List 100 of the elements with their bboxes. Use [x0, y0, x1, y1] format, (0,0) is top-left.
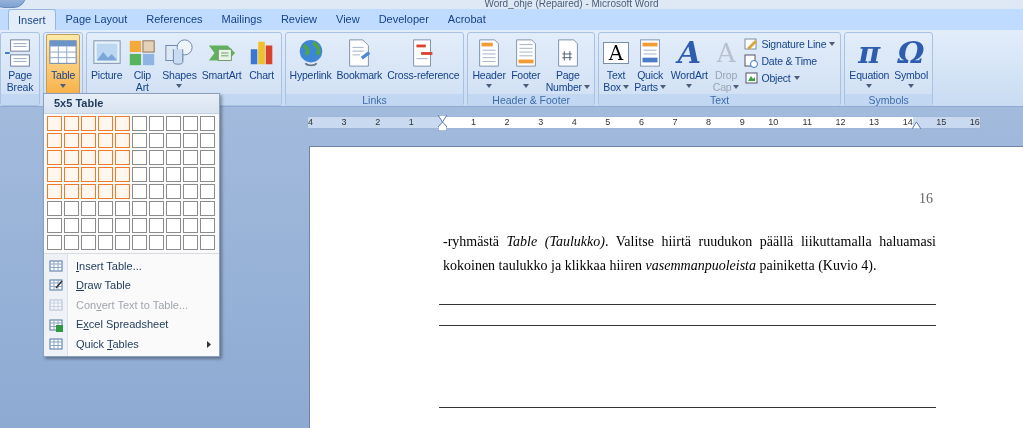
grid-cell[interactable] [149, 184, 164, 199]
grid-cell[interactable] [183, 218, 198, 233]
ribbon-tab[interactable]: View [327, 9, 369, 30]
menu-item[interactable]: Draw Table [68, 275, 219, 296]
grid-cell[interactable] [132, 235, 147, 250]
ribbon-button[interactable]: Shapes [160, 34, 199, 94]
grid-cell[interactable] [64, 201, 79, 216]
grid-cell[interactable] [183, 235, 198, 250]
grid-cell[interactable] [98, 201, 113, 216]
ribbon-small-button[interactable]: Date & Time [744, 54, 836, 68]
grid-cell[interactable] [149, 218, 164, 233]
ribbon-button[interactable]: Page Break [3, 34, 37, 94]
ribbon-tab[interactable]: Review [271, 9, 326, 30]
ribbon-tab[interactable]: Page Layout [56, 9, 137, 30]
ribbon-small-button[interactable]: Signature Line [744, 37, 836, 51]
ribbon-button[interactable]: Ω Symbol [892, 34, 930, 94]
grid-cell[interactable] [115, 116, 130, 131]
grid-cell[interactable] [47, 201, 62, 216]
grid-cell[interactable] [47, 133, 62, 148]
menu-item[interactable]: Excel Spreadsheet [68, 314, 219, 335]
grid-cell[interactable] [149, 167, 164, 182]
grid-cell[interactable] [98, 167, 113, 182]
grid-cell[interactable] [64, 150, 79, 165]
grid-cell[interactable] [47, 235, 62, 250]
grid-cell[interactable] [98, 116, 113, 131]
ribbon-button[interactable]: Hyperlink [287, 34, 334, 94]
grid-cell[interactable] [81, 218, 96, 233]
grid-cell[interactable] [64, 235, 79, 250]
grid-cell[interactable] [47, 184, 62, 199]
grid-cell[interactable] [149, 235, 164, 250]
grid-cell[interactable] [183, 150, 198, 165]
grid-cell[interactable] [200, 167, 215, 182]
grid-cell[interactable] [47, 116, 62, 131]
grid-cell[interactable] [183, 133, 198, 148]
grid-cell[interactable] [166, 184, 181, 199]
grid-cell[interactable] [183, 201, 198, 216]
grid-cell[interactable] [115, 184, 130, 199]
grid-cell[interactable] [183, 184, 198, 199]
grid-cell[interactable] [183, 167, 198, 182]
grid-cell[interactable] [98, 184, 113, 199]
ribbon-button[interactable]: Chart [244, 34, 279, 94]
grid-cell[interactable] [166, 150, 181, 165]
grid-cell[interactable] [183, 116, 198, 131]
ribbon-button[interactable]: Table [46, 34, 80, 94]
grid-cell[interactable] [200, 218, 215, 233]
grid-cell[interactable] [200, 184, 215, 199]
grid-cell[interactable] [64, 116, 79, 131]
grid-cell[interactable] [200, 116, 215, 131]
ribbon-button[interactable]: π Equation [847, 34, 892, 94]
grid-cell[interactable] [132, 116, 147, 131]
grid-cell[interactable] [132, 201, 147, 216]
grid-cell[interactable] [149, 150, 164, 165]
grid-cell[interactable] [81, 116, 96, 131]
ribbon-tab[interactable]: References [137, 9, 212, 30]
grid-cell[interactable] [64, 133, 79, 148]
ribbon-button[interactable]: Cross-reference [385, 34, 462, 94]
grid-cell[interactable] [166, 116, 181, 131]
grid-cell[interactable] [47, 218, 62, 233]
ribbon-tab[interactable]: Insert [8, 9, 56, 30]
grid-cell[interactable] [149, 201, 164, 216]
grid-cell[interactable] [115, 218, 130, 233]
grid-cell[interactable] [200, 133, 215, 148]
grid-cell[interactable] [132, 133, 147, 148]
grid-cell[interactable] [81, 133, 96, 148]
menu-item[interactable]: Quick Tables [68, 334, 219, 354]
grid-cell[interactable] [166, 218, 181, 233]
grid-cell[interactable] [166, 133, 181, 148]
grid-cell[interactable] [200, 201, 215, 216]
grid-cell[interactable] [132, 184, 147, 199]
ribbon-button[interactable]: Page Number [543, 34, 592, 94]
ribbon-button[interactable]: Picture [89, 34, 125, 94]
grid-cell[interactable] [64, 184, 79, 199]
grid-cell[interactable] [81, 235, 96, 250]
grid-cell[interactable] [115, 201, 130, 216]
grid-cell[interactable] [47, 150, 62, 165]
grid-cell[interactable] [115, 167, 130, 182]
grid-cell[interactable] [64, 167, 79, 182]
ribbon-tab[interactable]: Developer [369, 9, 438, 30]
grid-cell[interactable] [98, 133, 113, 148]
grid-cell[interactable] [200, 150, 215, 165]
grid-cell[interactable] [132, 150, 147, 165]
grid-cell[interactable] [81, 150, 96, 165]
grid-cell[interactable] [98, 235, 113, 250]
grid-cell[interactable] [115, 133, 130, 148]
grid-cell[interactable] [200, 235, 215, 250]
grid-cell[interactable] [132, 167, 147, 182]
grid-cell[interactable] [98, 218, 113, 233]
menu-item[interactable]: Insert Table... [68, 256, 219, 276]
ribbon-button[interactable]: Quick Parts [632, 34, 668, 94]
ribbon-button[interactable]: SmartArt [199, 34, 244, 94]
ribbon-tab[interactable]: Acrobat [438, 9, 495, 30]
ribbon-button[interactable]: Clip Art [125, 34, 160, 94]
grid-cell[interactable] [149, 116, 164, 131]
grid-cell[interactable] [81, 184, 96, 199]
grid-cell[interactable] [81, 167, 96, 182]
grid-cell[interactable] [149, 133, 164, 148]
grid-cell[interactable] [115, 235, 130, 250]
grid-cell[interactable] [115, 150, 130, 165]
grid-cell[interactable] [98, 150, 113, 165]
ribbon-button[interactable]: Footer [508, 34, 543, 94]
